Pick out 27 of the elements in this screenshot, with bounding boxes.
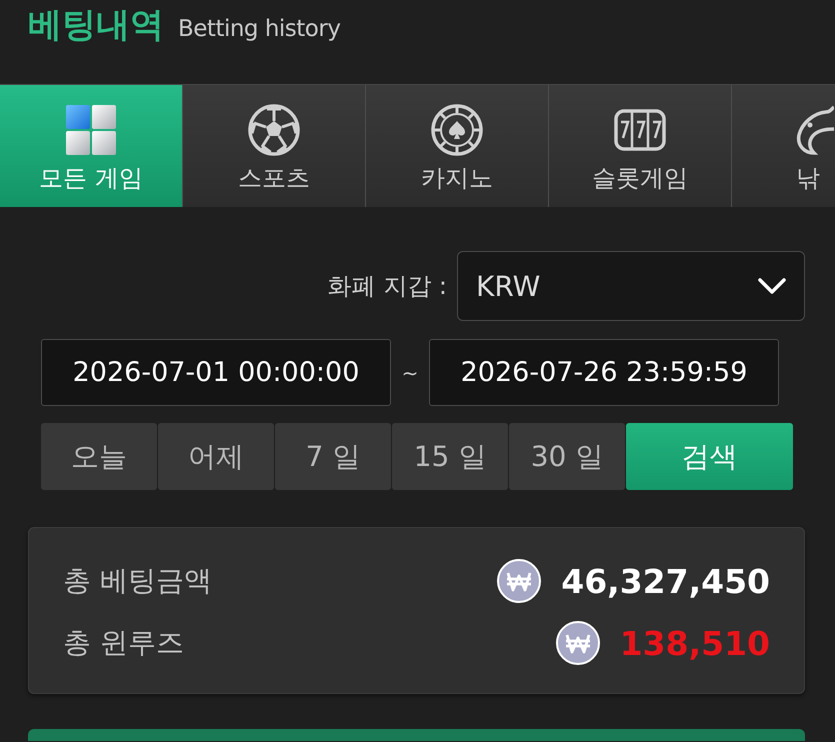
soccer-ball-icon — [247, 103, 301, 157]
currency-select[interactable]: KRW — [457, 251, 805, 321]
range-separator: ~ — [400, 360, 420, 384]
page-title: 베팅내역 — [28, 4, 164, 46]
period-button[interactable]: 30 일 — [509, 423, 625, 490]
summary-label: 총 베팅금액 — [63, 563, 213, 599]
period-button[interactable]: 어제 — [158, 423, 274, 490]
currency-label: 화폐 지갑 : — [328, 271, 447, 302]
period-button[interactable]: 오늘 — [41, 423, 157, 490]
page-subtitle: Betting history — [178, 15, 340, 44]
summary-label: 총 윈루즈 — [63, 625, 185, 661]
game-tab[interactable]: 스포츠 — [183, 85, 366, 207]
summary-amount: 46,327,450 — [561, 562, 770, 600]
poker-chip-icon — [430, 103, 484, 157]
period-button[interactable]: 15 일 — [392, 423, 508, 490]
period-button[interactable]: 7 일 — [275, 423, 391, 490]
game-tab[interactable]: 카지노 — [366, 85, 549, 207]
date-field[interactable]: 2026-07-01 00:00:00 — [41, 339, 391, 406]
won-coin-icon — [497, 559, 542, 603]
won-coin-icon — [556, 621, 600, 665]
date-field[interactable]: 2026-07-26 23:59:59 — [429, 339, 779, 406]
fish-icon — [796, 103, 834, 157]
chevron-down-icon — [758, 278, 786, 294]
game-tab[interactable]: 슬롯게임 — [549, 85, 732, 207]
game-tab[interactable]: 낚 — [732, 85, 835, 207]
summary-amount: 138,510 — [620, 624, 770, 662]
cubes-icon — [64, 103, 118, 157]
